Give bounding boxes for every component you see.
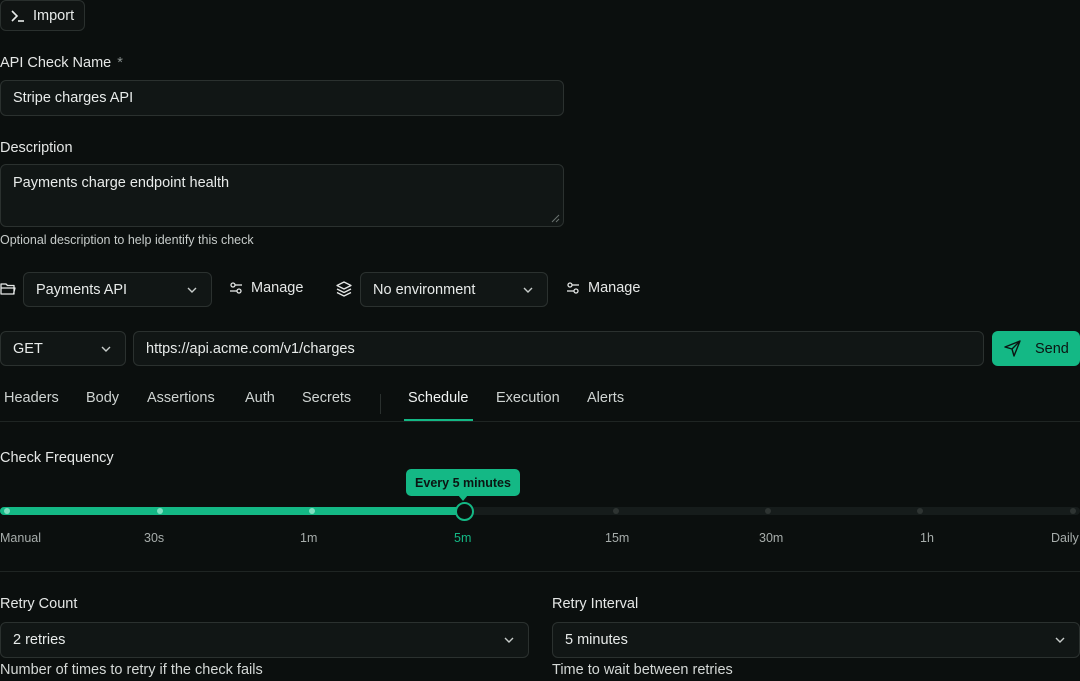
send-button[interactable]: Send [992,331,1080,366]
tab-execution[interactable]: Execution [496,390,560,406]
tick-label[interactable]: 15m [605,531,629,545]
frequency-slider-fill [0,507,464,515]
required-mark: * [117,55,123,71]
retry-count-select[interactable]: 2 retries [0,622,529,658]
slider-step-dot [4,508,10,514]
request-tabs: Headers Body Assertions Auth Secrets Sch… [0,380,1080,422]
tick-label[interactable]: 1m [300,531,317,545]
tab-secrets[interactable]: Secrets [302,390,351,406]
retry-interval-hint: Time to wait between retries [552,662,733,678]
chevron-down-icon [504,637,514,643]
check-name-input[interactable]: Stripe charges API [0,80,564,116]
active-tab-indicator [404,419,473,421]
manage-environments-button[interactable]: Manage [566,280,640,296]
group-select[interactable]: Payments API [23,272,212,307]
slider-step-dot [1070,508,1076,514]
slider-step-dot [157,508,163,514]
manage-groups-button[interactable]: Manage [229,280,303,296]
description-textarea[interactable]: Payments charge endpoint health [0,164,564,227]
slider-step-dot [613,508,619,514]
tick-label[interactable]: 1h [920,531,934,545]
retry-interval-label: Retry Interval [552,596,639,612]
url-input[interactable]: https://api.acme.com/v1/charges [133,331,984,366]
import-label: Import [33,7,75,24]
tab-body[interactable]: Body [86,390,119,406]
description-hint: Optional description to help identify th… [0,233,254,247]
folder-icon [0,283,16,295]
import-button[interactable]: Import [0,0,85,31]
tick-label[interactable]: 30m [759,531,783,545]
chevron-down-icon [1055,637,1065,643]
tab-divider [380,394,381,414]
chevron-down-icon [101,346,111,352]
tick-label[interactable]: Manual [0,531,41,545]
environment-select[interactable]: No environment [360,272,548,307]
description-label: Description [0,140,73,156]
retry-count-hint: Number of times to retry if the check fa… [0,662,263,678]
slider-step-dot [765,508,771,514]
tick-label[interactable]: 30s [144,531,164,545]
check-name-label: API Check Name * [0,55,123,71]
slider-step-dot [309,508,315,514]
tab-assertions[interactable]: Assertions [147,390,215,406]
method-select[interactable]: GET [0,331,126,366]
check-frequency-label: Check Frequency [0,450,114,466]
tab-alerts[interactable]: Alerts [587,390,624,406]
tick-label[interactable]: 5m [454,531,471,545]
frequency-slider-thumb[interactable] [455,502,474,521]
retry-interval-select[interactable]: 5 minutes [552,622,1080,658]
sliders-icon [230,282,242,294]
frequency-tooltip: Every 5 minutes [406,469,520,496]
sliders-icon [567,282,579,294]
resize-handle-icon[interactable] [551,214,560,223]
tab-schedule[interactable]: Schedule [408,390,468,406]
chevron-down-icon [187,287,197,293]
tick-label[interactable]: Daily [1051,531,1079,545]
tooltip-arrow [458,495,468,501]
chevron-down-icon [523,287,533,293]
tab-headers[interactable]: Headers [4,390,59,406]
terminal-icon [11,9,24,22]
send-icon [1004,340,1021,357]
layers-icon [336,281,352,297]
tab-auth[interactable]: Auth [245,390,275,406]
slider-step-dot [917,508,923,514]
retry-count-label: Retry Count [0,596,78,612]
section-divider [0,571,1080,572]
